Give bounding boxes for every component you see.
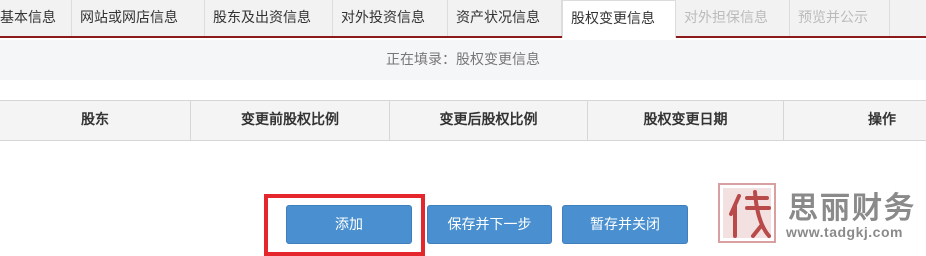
watermark-url: www.tadgkj.com <box>786 224 903 240</box>
save-draft-and-close-button[interactable]: 暂存并关闭 <box>562 205 688 244</box>
watermark-seal-icon <box>718 183 776 243</box>
current-step-status: 正在填录：股权变更信息 <box>0 40 926 80</box>
highlight-box <box>264 194 425 256</box>
watermark-name: 思丽财务 <box>788 191 916 226</box>
tab-external-guarantee: 对外担保信息 <box>676 0 790 36</box>
tab-preview-publish: 预览并公示 <box>790 0 890 36</box>
equity-change-table-header: 股东 变更前股权比例 变更后股权比例 股权变更日期 操作 <box>0 100 926 141</box>
tab-website-info[interactable]: 网站或网店信息 <box>72 0 205 36</box>
save-and-next-button[interactable]: 保存并下一步 <box>427 205 552 244</box>
column-header-after-ratio: 变更后股权比例 <box>390 101 588 140</box>
tab-basic-info[interactable]: 基本信息 <box>0 0 72 36</box>
tab-bar: 基本信息 网站或网店信息 股东及出资信息 对外投资信息 资产状况信息 股权变更信… <box>0 0 926 38</box>
tab-shareholder-contribution[interactable]: 股东及出资信息 <box>205 0 333 36</box>
column-header-change-date: 股权变更日期 <box>588 101 784 140</box>
column-header-before-ratio: 变更前股权比例 <box>191 101 390 140</box>
tab-equity-change[interactable]: 股权变更信息 <box>562 0 676 38</box>
column-header-actions: 操作 <box>868 112 896 128</box>
tab-external-investment[interactable]: 对外投资信息 <box>333 0 448 36</box>
tab-asset-status[interactable]: 资产状况信息 <box>448 0 562 36</box>
column-header-shareholder: 股东 <box>0 101 191 140</box>
